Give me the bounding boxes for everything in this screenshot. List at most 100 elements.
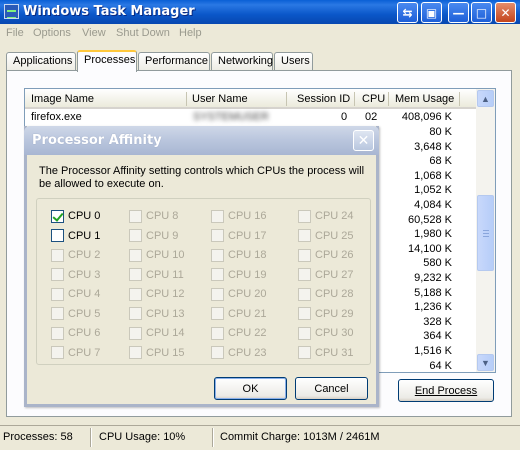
mem-usage-cell: 9,232 K <box>414 272 452 284</box>
cpu-5-checkbox-item: CPU 5 <box>51 307 100 321</box>
cpu-14-checkbox-item: CPU 14 <box>129 326 185 340</box>
checkbox-icon <box>51 326 64 340</box>
cancel-button[interactable]: Cancel <box>295 377 368 400</box>
cpu-1-checkbox-item[interactable]: CPU 1 <box>51 229 100 243</box>
cpu-15-checkbox-item: CPU 15 <box>129 346 185 360</box>
mem-usage-cell: 1,068 K <box>414 169 452 182</box>
status-bar: Processes: 58 CPU Usage: 10% Commit Char… <box>0 425 520 450</box>
scroll-down-icon[interactable]: ▼ <box>477 354 494 371</box>
help-icon[interactable]: ⇆ <box>397 2 418 23</box>
cpu-18-checkbox-item: CPU 18 <box>211 248 267 262</box>
cpu-25-checkbox-item: CPU 25 <box>298 229 354 243</box>
cpu-0-checkbox-item[interactable]: CPU 0 <box>51 209 100 223</box>
mem-usage-cell: 3,648 K <box>414 140 452 153</box>
minimize-button[interactable]: — <box>448 2 469 23</box>
tab-users[interactable]: Users <box>274 52 313 71</box>
mem-usage-cell: 408,096 K <box>401 111 452 123</box>
checkbox-icon[interactable] <box>51 229 64 242</box>
checkbox-icon <box>211 229 224 242</box>
close-button[interactable]: ✕ <box>495 2 516 23</box>
mem-usage-cell: 328 K <box>423 315 452 328</box>
cpu-label: CPU 5 <box>68 307 101 320</box>
col-cpu[interactable]: CPU <box>362 93 385 105</box>
cpu-20-checkbox-item: CPU 20 <box>211 287 267 301</box>
vertical-scrollbar[interactable]: ▲ ▼ <box>476 89 495 372</box>
cpu-label: CPU 30 <box>315 327 354 339</box>
checked-checkbox-icon[interactable] <box>51 209 64 223</box>
mem-usage-cell: 64 K <box>429 359 452 372</box>
col-image-name[interactable]: Image Name <box>31 93 94 105</box>
menu-view[interactable]: View <box>82 27 106 39</box>
restore-icon[interactable]: ▣ <box>421 2 442 23</box>
tab-performance[interactable]: Performance <box>138 52 210 71</box>
end-process-button[interactable]: End Process <box>398 379 494 402</box>
window-title: Windows Task Manager <box>23 4 195 19</box>
mem-usage-cell: 60,528 K <box>407 213 452 226</box>
checkbox-icon <box>298 326 311 340</box>
end-process-label: End Process <box>414 384 478 397</box>
ok-button[interactable]: OK <box>214 377 287 400</box>
menu-shut-down[interactable]: Shut Down <box>116 27 170 39</box>
cpu-label: CPU 22 <box>228 327 267 339</box>
col-mem-usage[interactable]: Mem Usage <box>395 93 454 105</box>
cpu-31-checkbox-item: CPU 31 <box>298 346 354 360</box>
process-list-header: Image Name User Name Session ID CPU Mem … <box>25 89 476 109</box>
cpu-6-checkbox-item: CPU 6 <box>51 326 100 340</box>
tab-applications[interactable]: Applications <box>6 52 76 71</box>
dialog-close-icon[interactable]: ✕ <box>353 130 374 151</box>
cpu-27-checkbox-item: CPU 27 <box>298 268 354 282</box>
checkbox-icon <box>129 229 142 242</box>
table-row[interactable]: firefox.exe SYSTEMUSER 0 02 408,096 K <box>25 110 476 125</box>
checkbox-icon <box>129 268 142 281</box>
cpu-10-checkbox-item: CPU 10 <box>129 248 185 262</box>
status-processes: Processes: 58 <box>3 431 73 443</box>
mem-usage-cell: 14,100 K <box>407 242 452 255</box>
mem-usage-cell: 580 K <box>423 257 452 270</box>
cpu-label: CPU 12 <box>146 288 185 300</box>
tab-networking[interactable]: Networking <box>211 52 273 71</box>
cpu-label: CPU 1 <box>68 229 101 242</box>
cpu-label: CPU 17 <box>228 229 267 242</box>
mem-usage-cell: 1,516 K <box>414 345 452 357</box>
cpu-22-checkbox-item: CPU 22 <box>211 326 267 340</box>
menu-help[interactable]: Help <box>179 27 202 39</box>
mem-usage-cell: 1,980 K <box>414 228 452 241</box>
checkbox-icon <box>298 268 311 281</box>
cpu-label: CPU 14 <box>146 327 185 339</box>
cpu-label: CPU 29 <box>315 307 354 320</box>
checkbox-icon <box>51 346 64 359</box>
menu-options[interactable]: Options <box>33 27 71 39</box>
checkbox-icon <box>129 307 142 320</box>
tab-processes[interactable]: Processes <box>77 50 137 72</box>
scroll-thumb[interactable] <box>477 195 494 271</box>
title-bar[interactable]: Windows Task Manager ⇆ ▣ — □ ✕ <box>0 0 520 24</box>
checkbox-icon <box>211 326 224 340</box>
cpu-label: CPU 7 <box>68 346 101 359</box>
cpu-label: CPU 18 <box>228 249 267 261</box>
status-cpu-usage: CPU Usage: 10% <box>99 431 186 443</box>
cpu-label: CPU 23 <box>228 346 267 359</box>
scroll-up-icon[interactable]: ▲ <box>477 90 494 107</box>
cpu-label: CPU 2 <box>68 249 101 261</box>
checkbox-icon <box>298 307 311 320</box>
checkbox-icon <box>298 248 311 262</box>
checkbox-icon <box>298 209 311 223</box>
cpu-19-checkbox-item: CPU 19 <box>211 268 267 282</box>
checkbox-icon <box>129 287 142 301</box>
checkbox-icon <box>129 326 142 340</box>
mem-usage-cell: 68 K <box>429 155 452 168</box>
cpu-label: CPU 9 <box>146 229 179 242</box>
checkbox-icon <box>211 287 224 301</box>
cpu-26-checkbox-item: CPU 26 <box>298 248 354 262</box>
cpu-label: CPU 20 <box>228 288 267 300</box>
cpu-cell: 02 <box>365 111 378 123</box>
cpu-label: CPU 25 <box>315 229 354 242</box>
maximize-button[interactable]: □ <box>471 2 492 23</box>
col-session-id[interactable]: Session ID <box>297 93 350 105</box>
cpu-23-checkbox-item: CPU 23 <box>211 346 267 360</box>
menu-file[interactable]: File <box>6 27 24 39</box>
dialog-title-bar[interactable]: Processor Affinity ✕ <box>24 126 379 155</box>
col-user-name[interactable]: User Name <box>192 93 248 105</box>
cpu-11-checkbox-item: CPU 11 <box>129 268 184 282</box>
checkbox-icon <box>129 346 142 359</box>
